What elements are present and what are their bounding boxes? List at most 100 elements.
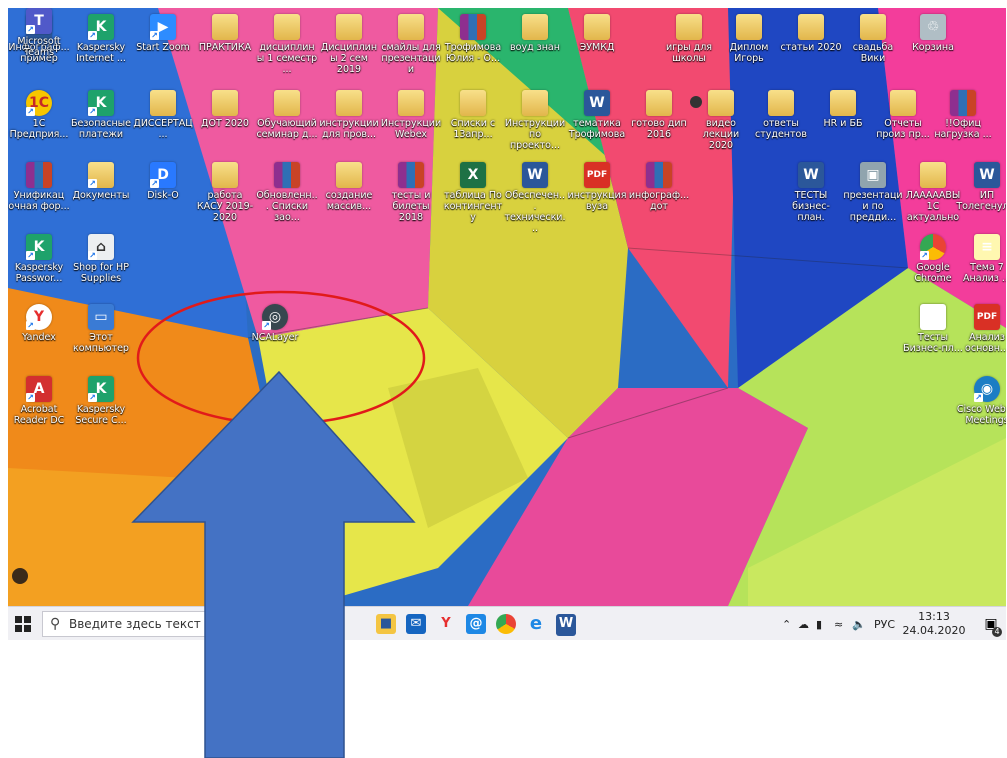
kas-icon: K (88, 90, 114, 116)
windows-start-icon[interactable] (14, 615, 32, 633)
desktop-icon[interactable]: Списки с 13апр... (442, 90, 504, 140)
folder-icon (736, 14, 762, 40)
desktop-icon[interactable]: WИП Толегенул... (956, 162, 1006, 212)
desktop-icon[interactable]: KБезопасные платежи (70, 90, 132, 140)
clock[interactable]: 13:13 24.04.2020 (902, 610, 966, 638)
system-tray: ⌃ ☁ ▮ ≈ 🔈 РУС 13:13 24.04.2020 (782, 607, 972, 640)
desktop-icon[interactable]: Унификац очная фор... (8, 162, 70, 212)
desktop-icon[interactable]: Тесты Бизнес-пл... (902, 304, 964, 354)
desktop-icon[interactable]: свадьба Вики (842, 14, 904, 64)
desktop-icon[interactable]: ответы студентов (750, 90, 812, 140)
desktop-icon[interactable]: тесты и билеты 2018 (380, 162, 442, 223)
desktop-icon[interactable]: ⌂Shop for HP Supplies (70, 234, 132, 284)
desktop-icon[interactable]: ◉Cisco Webex Meetings (956, 376, 1006, 426)
volume-icon[interactable]: 🔈 (852, 618, 866, 631)
desktop-icon-label: Обучающий семинар д... (256, 118, 318, 140)
desktop-icon[interactable]: ▭ Этот компьютер (70, 304, 132, 354)
desktop-icon[interactable]: статьи 2020 (780, 14, 842, 53)
desktop-icon[interactable]: Инструкции Webex (380, 90, 442, 140)
desktop-icon[interactable]: W ТЕСТЫ бизнес-план. (780, 162, 842, 223)
desktop-icon-label: Трофимова Юлия - О... (444, 42, 502, 64)
zoom-icon: ▶ (150, 14, 176, 40)
desktop-icon[interactable]: ПРАКТИКА (194, 14, 256, 53)
file-explorer-icon[interactable]: ■ (376, 614, 396, 634)
yandex-browser-icon[interactable]: Y (436, 614, 456, 634)
chrome-icon[interactable] (496, 614, 516, 634)
acro-icon: A (26, 376, 52, 402)
desktop-icon[interactable]: Отчеты произ пр... (872, 90, 934, 140)
yandex-icon: Y (26, 304, 52, 330)
desktop-icon-label: Безопасные платежи (70, 118, 132, 140)
desktop-icon[interactable]: Wтематика Трофимова (566, 90, 628, 140)
desktop-icon[interactable]: ДИССЕРТАЦ... (132, 90, 194, 140)
word-icon: W (522, 162, 548, 188)
desktop-icon[interactable]: Обучающий семинар д... (256, 90, 318, 140)
desktop-icon[interactable]: воуд знан (504, 14, 566, 53)
chevron-up-icon[interactable]: ⌃ (782, 618, 791, 631)
desktop-icon[interactable]: 1C1С Предприя... (8, 90, 70, 140)
webex-icon[interactable]: @ (466, 614, 486, 634)
taskbar: ⚲ Введите здесь текст д ■ ✉ Y @ e W ⌃ ☁ … (8, 606, 1006, 640)
desktop-icon[interactable]: D Disk-O (132, 162, 194, 201)
desktop-icon[interactable]: инструкции для пров... (318, 90, 380, 140)
desktop-icon[interactable]: ДОТ 2020 (194, 90, 256, 129)
bin-icon: ♲ (920, 14, 946, 40)
desktop-icon[interactable]: работа КАСУ 2019-2020 (194, 162, 256, 223)
notification-icon[interactable]: ▣ 4 (982, 615, 1002, 637)
desktop-icon[interactable]: Дисциплины 2 сем 2019 (318, 14, 380, 75)
kas-icon: K (26, 234, 52, 260)
desktop-icon[interactable]: KKaspersky Secure C... (70, 376, 132, 426)
desktop-icon[interactable]: Трофимова Юлия - О... (442, 14, 504, 64)
desktop-icon[interactable]: ЭУМКД (566, 14, 628, 53)
desktop-icon[interactable]: ЛАААААВЫ 1С актуально (902, 162, 964, 223)
desktop-icon[interactable]: Google Chrome (902, 234, 964, 284)
desktop-icon[interactable]: W Обеспечен... технически... (504, 162, 566, 234)
folder-icon (398, 90, 424, 116)
desktop-icon-label: Shop for HP Supplies (73, 262, 129, 284)
word-icon[interactable]: W (556, 614, 576, 636)
rar-icon (274, 162, 300, 188)
taskbar-search-input[interactable]: ⚲ Введите здесь текст д (42, 611, 314, 637)
desktop-icon[interactable]: Диплом Игорь (718, 14, 780, 64)
desktop-icon[interactable]: создание массив... (318, 162, 380, 212)
desktop-icon[interactable]: HR и ББ (812, 90, 874, 129)
desktop-icon[interactable]: ≡Тема 7 Анализ ... (956, 234, 1006, 284)
mail-icon[interactable]: ✉ (406, 614, 426, 634)
desktop-icon[interactable]: AAcrobat Reader DC (8, 376, 70, 426)
desktop-icon-label: ЛАААААВЫ 1С актуально (905, 190, 961, 223)
desktop-icon[interactable]: PDF инструкция вуза (566, 162, 628, 212)
desktop-icon[interactable]: KKaspersky Internet ... (70, 14, 132, 64)
edge-icon[interactable]: e (526, 614, 546, 634)
desktop-icon[interactable]: инфограф... дот (628, 162, 690, 212)
desktop-icon[interactable]: ▶ Start Zoom (132, 14, 194, 53)
desktop-icon[interactable]: Документы (70, 162, 132, 201)
desktop-icon-label: инфограф... дот (628, 190, 690, 212)
desktop-icon[interactable]: дисциплины 1 семестр ... (256, 14, 318, 75)
desktop-icon-label: создание массив... (325, 190, 373, 212)
desktop-icon[interactable]: Xтаблица По контингенту (442, 162, 504, 223)
desktop-icon[interactable]: видео лекции 2020 (690, 90, 752, 151)
desktop-icon[interactable]: TMicrosoft Teams (8, 8, 70, 58)
desktop-icon[interactable]: !!Офиц нагрузка ... (932, 90, 994, 140)
desktop-icon-label: Disk-O (147, 190, 179, 201)
desktop-icon[interactable]: смайлы для презентации (380, 14, 442, 75)
desktop-icon-label: Kaspersky Internet ... (76, 42, 126, 64)
desktop-icon[interactable]: готово дип 2016 (628, 90, 690, 140)
folder-icon (336, 90, 362, 116)
desktop-icon-label: !!Офиц нагрузка ... (934, 118, 992, 140)
desktop-icon[interactable]: KKaspersky Passwor... (8, 234, 70, 284)
desktop-icon[interactable]: ◎ NCALayer (244, 304, 306, 343)
desktop-icon[interactable]: Инструкции по проекто... (504, 90, 566, 151)
clock-time: 13:13 (918, 610, 950, 623)
desktop-icon[interactable]: ♲ Корзина (902, 14, 964, 53)
cloud-icon[interactable]: ☁ (798, 618, 809, 631)
desktop-icon[interactable]: PDF Анализ основн... (956, 304, 1006, 354)
wifi-icon[interactable]: ≈ (834, 618, 843, 631)
desktop-icon-label: воуд знан (510, 42, 560, 53)
desktop-icon[interactable]: Обновленн... Списки зао... (256, 162, 318, 223)
language-indicator[interactable]: РУС (874, 618, 895, 631)
desktop-icon[interactable]: Y Yandex (8, 304, 70, 343)
desktop-icon[interactable]: ▣ презентации по предди... (842, 162, 904, 223)
battery-icon[interactable]: ▮ (816, 618, 822, 631)
desktop-icon[interactable]: игры для школы (658, 14, 720, 64)
